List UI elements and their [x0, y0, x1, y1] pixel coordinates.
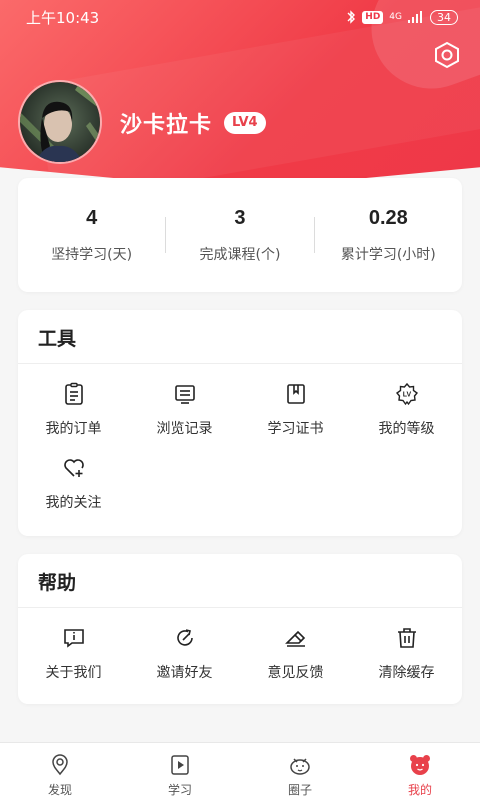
history-icon — [174, 385, 195, 404]
certificate-icon — [286, 384, 305, 404]
tool-certificate[interactable]: 学习证书 — [240, 378, 351, 452]
tab-study[interactable]: 学习 — [120, 743, 240, 800]
info-icon — [63, 629, 84, 648]
settings-button[interactable] — [432, 40, 462, 70]
help-about-us[interactable]: 关于我们 — [18, 622, 129, 696]
help-label: 邀请好友 — [156, 665, 213, 681]
help-invite-friends[interactable]: 邀请好友 — [129, 622, 240, 696]
hd-icon: HD — [362, 10, 384, 24]
help-label: 意见反馈 — [267, 665, 324, 681]
network-label: 4G — [389, 12, 402, 22]
bluetooth-icon — [347, 10, 356, 24]
help-card: 帮助 关于我们 邀请好友 意见反馈 清除缓存 — [18, 554, 462, 704]
help-label: 清除缓存 — [378, 665, 435, 681]
tab-circle[interactable]: 圈子 — [240, 743, 360, 800]
svg-text:LV: LV — [402, 392, 411, 399]
tool-browse-history[interactable]: 浏览记录 — [129, 378, 240, 452]
stat-study-days[interactable]: 4 坚持学习(天) — [18, 207, 165, 264]
tools-card: 工具 我的订单 浏览记录 学习证书 LV 我的等级 我的关注 — [18, 310, 462, 536]
bottom-tab-bar: 发现 学习 圈子 我的 — [0, 742, 480, 800]
mine-icon — [410, 755, 430, 775]
tool-label: 我的关注 — [45, 495, 102, 511]
avatar[interactable] — [18, 80, 102, 164]
tab-label: 我的 — [407, 783, 432, 797]
stat-value: 0.28 — [368, 206, 408, 229]
heart-plus-icon — [63, 459, 84, 477]
stat-value: 3 — [234, 206, 246, 229]
tool-label: 我的订单 — [45, 421, 102, 437]
tab-label: 圈子 — [287, 783, 312, 797]
help-label: 关于我们 — [45, 665, 102, 681]
tools-section-title: 工具 — [18, 310, 462, 364]
stat-label: 累计学习(小时) — [340, 246, 436, 263]
trash-icon — [397, 628, 416, 648]
tab-label: 学习 — [167, 783, 192, 797]
settings-hexagon-icon — [435, 41, 459, 69]
profile-username: 沙卡拉卡 — [120, 113, 213, 138]
avatar-photo — [20, 82, 100, 162]
tab-mine[interactable]: 我的 — [360, 743, 480, 800]
tool-label: 我的等级 — [378, 421, 435, 437]
level-badge[interactable]: LV4 — [224, 112, 266, 134]
stat-label: 坚持学习(天) — [51, 246, 133, 263]
tool-label: 浏览记录 — [156, 421, 213, 437]
tool-label: 学习证书 — [267, 421, 324, 437]
stat-value: 4 — [86, 206, 98, 229]
help-section-title: 帮助 — [18, 554, 462, 608]
signal-icon — [408, 11, 422, 23]
stats-card: 4 坚持学习(天) 3 完成课程(个) 0.28 累计学习(小时) — [18, 178, 462, 292]
help-feedback[interactable]: 意见反馈 — [240, 622, 351, 696]
invite-icon — [176, 629, 193, 646]
status-time: 上午10:43 — [26, 8, 100, 27]
tool-my-orders[interactable]: 我的订单 — [18, 378, 129, 452]
tab-label: 发现 — [47, 783, 72, 797]
discover-icon — [52, 754, 68, 776]
stat-label: 完成课程(个) — [199, 246, 281, 263]
study-icon — [171, 755, 189, 775]
battery-indicator: 34 — [430, 9, 458, 25]
status-bar: 上午10:43 HD 4G 34 — [0, 0, 480, 34]
feedback-icon — [284, 630, 305, 647]
tool-my-follows[interactable]: 我的关注 — [18, 452, 129, 526]
order-icon — [64, 382, 83, 405]
help-clear-cache[interactable]: 清除缓存 — [351, 622, 462, 696]
tool-my-level[interactable]: LV 我的等级 — [351, 378, 462, 452]
tab-discover[interactable]: 发现 — [0, 743, 120, 800]
level-icon: LV — [395, 382, 418, 406]
stat-completed-courses[interactable]: 3 完成课程(个) — [166, 207, 313, 264]
circle-icon — [290, 758, 310, 775]
stat-study-hours[interactable]: 0.28 累计学习(小时) — [315, 207, 462, 264]
